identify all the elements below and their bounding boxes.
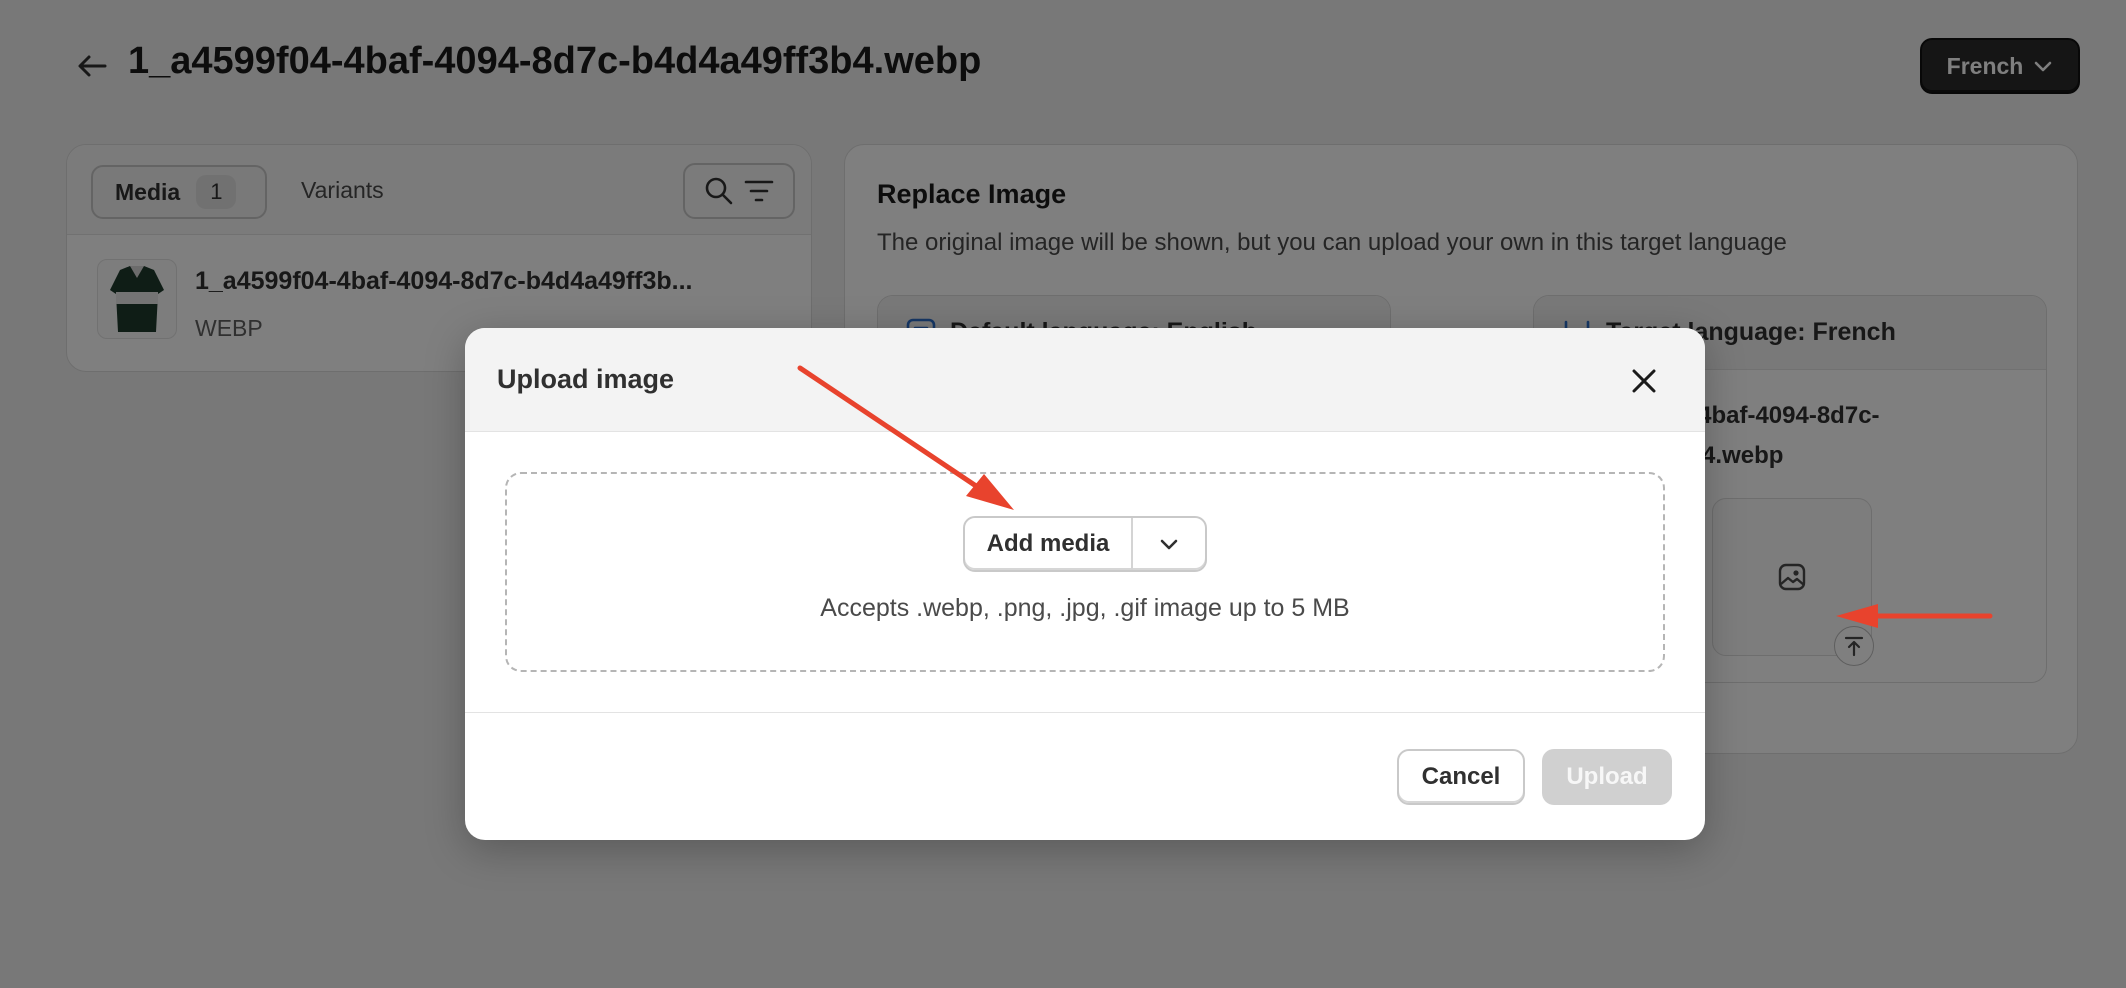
close-button[interactable] (1623, 360, 1665, 402)
modal-footer: Cancel Upload (465, 712, 1705, 840)
add-media-button-group: Add media (963, 516, 1207, 572)
chevron-down-icon (1160, 539, 1178, 550)
upload-image-modal: Upload image Add media Accepts .webp, .p… (465, 328, 1705, 840)
add-media-dropdown-button[interactable] (1133, 518, 1205, 570)
media-dropzone[interactable]: Add media Accepts .webp, .png, .jpg, .gi… (505, 472, 1665, 672)
close-icon (1632, 369, 1656, 393)
page: 1_a4599f04-4baf-4094-8d7c-b4d4a49ff3b4.w… (0, 0, 2126, 988)
cancel-button[interactable]: Cancel (1397, 749, 1525, 805)
accepted-formats-text: Accepts .webp, .png, .jpg, .gif image up… (820, 594, 1350, 622)
modal-header: Upload image (465, 328, 1705, 432)
upload-button[interactable]: Upload (1542, 749, 1672, 805)
modal-title: Upload image (497, 364, 675, 394)
add-media-button[interactable]: Add media (965, 518, 1133, 570)
